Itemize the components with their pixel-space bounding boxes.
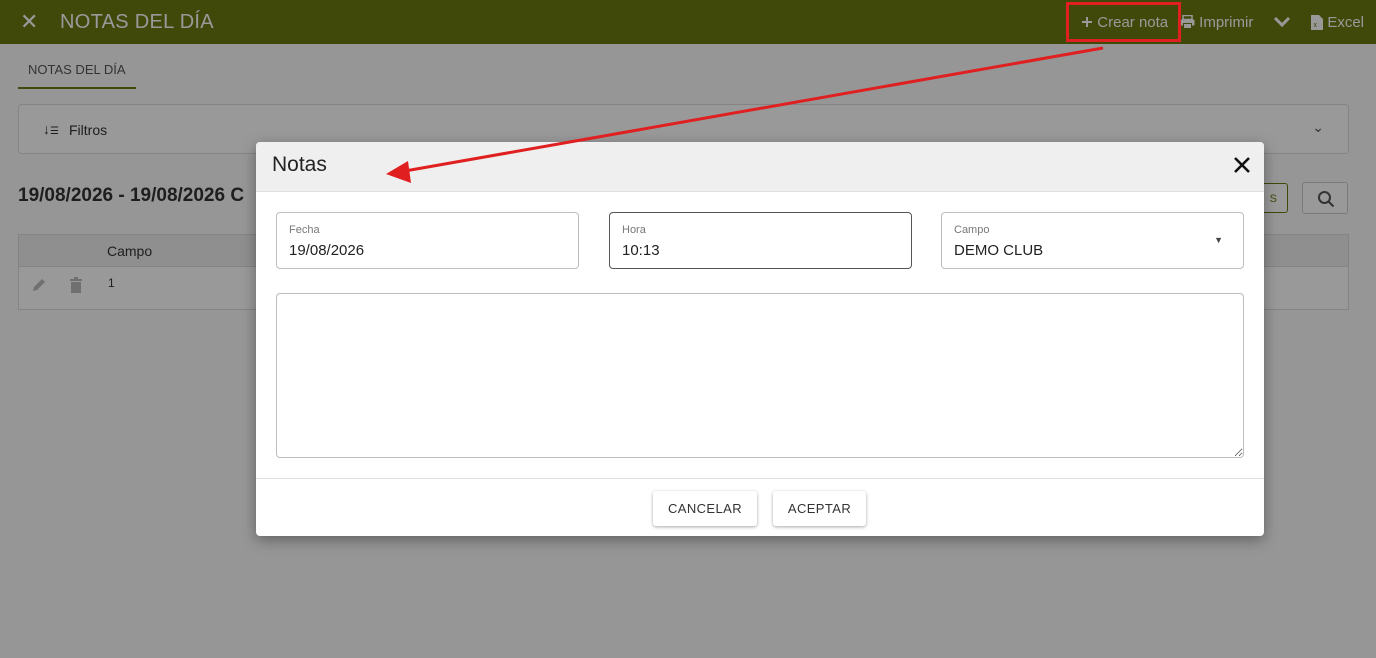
- time-field-value: 10:13: [622, 242, 660, 259]
- annotation-highlight-box: [1066, 2, 1181, 42]
- notes-dialog: Notas Fecha 19/08/2026 Hora 10:13 Campo …: [256, 142, 1264, 536]
- dropdown-caret-icon: ▼: [1214, 235, 1223, 245]
- accept-button[interactable]: ACEPTAR: [773, 491, 866, 526]
- dialog-footer: CANCELAR ACEPTAR: [256, 478, 1264, 536]
- close-icon[interactable]: [1230, 153, 1254, 177]
- campo-select-label: Campo: [954, 224, 990, 236]
- cancel-button[interactable]: CANCELAR: [653, 491, 757, 526]
- campo-select[interactable]: Campo DEMO CLUB ▼: [941, 212, 1244, 269]
- campo-select-value: DEMO CLUB: [954, 242, 1044, 259]
- dialog-title: Notas: [272, 153, 327, 176]
- time-field-label: Hora: [622, 224, 646, 236]
- date-field-label: Fecha: [289, 224, 320, 236]
- dialog-header: Notas: [256, 142, 1264, 192]
- date-field-value: 19/08/2026: [289, 242, 365, 259]
- notes-textarea[interactable]: [276, 293, 1244, 458]
- date-field[interactable]: Fecha 19/08/2026: [276, 212, 579, 269]
- time-field[interactable]: Hora 10:13: [609, 212, 912, 269]
